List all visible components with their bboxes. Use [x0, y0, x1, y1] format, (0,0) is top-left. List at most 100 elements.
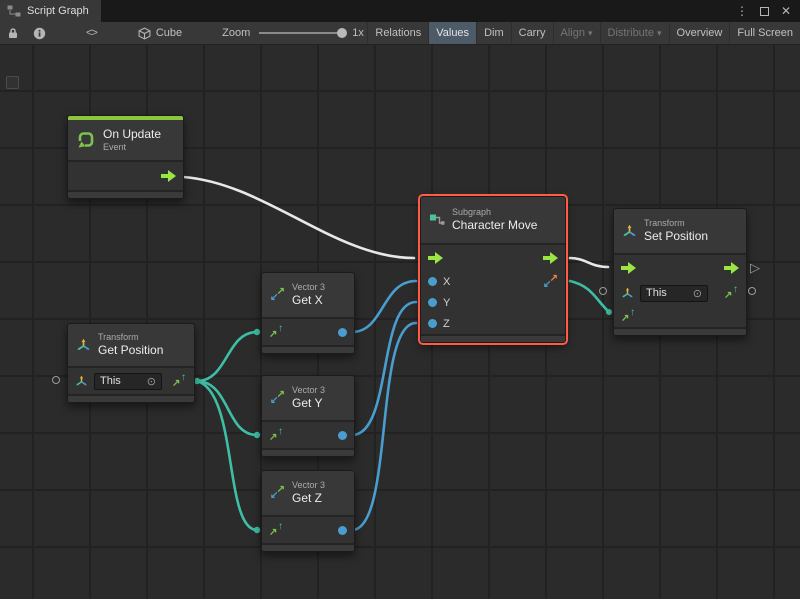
graph-toolbar: <> Cube Zoom 1x Relations Values Dim	[0, 22, 800, 45]
toolbar-button-relations[interactable]: Relations	[367, 22, 428, 44]
zoom-control: Zoom 1x	[222, 27, 364, 39]
port-label-z: Z	[443, 318, 450, 330]
vector-out-port[interactable]	[172, 374, 187, 388]
window-controls: ⋮ ✕	[736, 0, 800, 22]
node-set-position[interactable]: Transform Set Position This ⊙	[613, 208, 747, 336]
target-dot-icon: ⊙	[147, 375, 156, 388]
node-get-x[interactable]: Vector 3 Get X	[261, 272, 355, 354]
unconnected-flow-port[interactable]: ▷	[750, 261, 760, 274]
node-type: Vector 3	[292, 385, 325, 396]
close-icon[interactable]: ✕	[781, 4, 791, 18]
vector3-icon	[270, 486, 285, 500]
vector3-icon	[270, 391, 285, 405]
toolbar-buttons: Relations Values Dim Carry Align ▾ Distr…	[367, 22, 800, 44]
transform-icon	[622, 224, 637, 238]
toolbar-button-distribute[interactable]: Distribute ▾	[600, 22, 669, 44]
maximize-icon[interactable]	[760, 7, 769, 16]
port-label-y: Y	[443, 297, 450, 309]
node-type: Transform	[98, 332, 163, 343]
flow-out-port[interactable]	[543, 252, 558, 264]
flow-in-port[interactable]	[428, 252, 443, 264]
node-footer	[614, 327, 746, 335]
zoom-value: 1x	[352, 27, 364, 39]
node-footer	[421, 334, 565, 342]
toolbar-button-carry[interactable]: Carry	[511, 22, 553, 44]
node-type: Vector 3	[292, 282, 325, 293]
toolbar-button-values[interactable]: Values	[428, 22, 476, 44]
inspect-button[interactable]	[26, 22, 53, 44]
toolbar-button-align[interactable]: Align ▾	[553, 22, 600, 44]
value-out-port[interactable]	[338, 526, 347, 535]
transform-icon	[75, 375, 88, 387]
node-footer	[262, 543, 354, 551]
node-title: Set Position	[644, 229, 708, 244]
node-type: Event	[103, 142, 161, 153]
toolbar-button-dim[interactable]: Dim	[476, 22, 511, 44]
node-character-move[interactable]: Subgraph Character Move X Y Z	[420, 196, 566, 343]
value-port-z[interactable]	[428, 319, 437, 328]
vector-in-port[interactable]	[269, 325, 284, 339]
node-get-position[interactable]: Transform Get Position This ⊙	[67, 323, 195, 403]
node-get-y[interactable]: Vector 3 Get Y	[261, 375, 355, 457]
code-icon: <>	[86, 27, 97, 39]
node-title: Get Y	[292, 396, 325, 411]
lock-icon	[7, 27, 19, 39]
node-type: Subgraph	[452, 207, 537, 218]
tab-bar: Script Graph ⋮ ✕	[0, 0, 800, 22]
node-title: Character Move	[452, 218, 537, 233]
chevron-down-icon: ▾	[588, 28, 593, 39]
node-title: Get Z	[292, 491, 325, 506]
flow-out-port[interactable]	[161, 170, 176, 182]
target-label: Cube	[156, 27, 182, 39]
value-out-port[interactable]	[338, 431, 347, 440]
toolbar-button-fullscreen[interactable]: Full Screen	[729, 22, 800, 44]
node-footer	[68, 190, 183, 198]
on-update-icon	[76, 131, 96, 149]
vector-in-port[interactable]	[269, 523, 284, 537]
this-field[interactable]: This ⊙	[640, 285, 708, 302]
vector3-icon	[270, 288, 285, 302]
node-title: Get Position	[98, 343, 163, 358]
menu-icon[interactable]: ⋮	[736, 4, 748, 18]
graph-target[interactable]: Cube	[138, 27, 182, 40]
subgraph-icon	[429, 213, 445, 227]
unconnected-port-setposition-out[interactable]	[748, 287, 756, 295]
value-port-y[interactable]	[428, 298, 437, 307]
vector-in-port[interactable]	[269, 428, 284, 442]
transform-icon	[76, 338, 91, 352]
node-footer	[262, 345, 354, 353]
node-on-update[interactable]: On Update Event	[67, 115, 184, 199]
this-field[interactable]: This ⊙	[94, 373, 162, 390]
toolbar-button-overview[interactable]: Overview	[669, 22, 730, 44]
flow-in-port[interactable]	[621, 262, 636, 274]
transform-icon	[621, 287, 634, 299]
flow-out-port[interactable]	[724, 262, 739, 274]
vector-out-port[interactable]	[543, 275, 558, 289]
zoom-slider[interactable]	[259, 32, 343, 34]
script-graph-icon	[7, 5, 21, 17]
node-footer	[68, 394, 194, 402]
vector-out-port[interactable]	[724, 286, 739, 300]
value-port-x[interactable]	[428, 277, 437, 286]
node-type: Vector 3	[292, 480, 325, 491]
tab-title: Script Graph	[27, 5, 89, 17]
node-type: Transform	[644, 218, 708, 229]
node-title: On Update	[103, 127, 161, 142]
graph-inspector-toggle[interactable]	[6, 76, 19, 89]
value-out-port[interactable]	[338, 328, 347, 337]
node-get-z[interactable]: Vector 3 Get Z	[261, 470, 355, 552]
unconnected-port-getposition-this[interactable]	[52, 376, 60, 384]
node-footer	[262, 448, 354, 456]
node-title: Get X	[292, 293, 325, 308]
zoom-label: Zoom	[222, 27, 250, 39]
unconnected-port-setposition-this[interactable]	[599, 287, 607, 295]
source-button[interactable]: <>	[79, 22, 104, 44]
chevron-down-icon: ▾	[657, 28, 662, 39]
zoom-slider-handle[interactable]	[337, 28, 347, 38]
tab-script-graph[interactable]: Script Graph	[0, 0, 101, 22]
lock-button[interactable]	[0, 22, 26, 44]
target-dot-icon: ⊙	[693, 287, 702, 300]
position-value-port[interactable]	[621, 309, 636, 323]
cube-icon	[138, 27, 151, 40]
info-icon	[33, 27, 46, 40]
